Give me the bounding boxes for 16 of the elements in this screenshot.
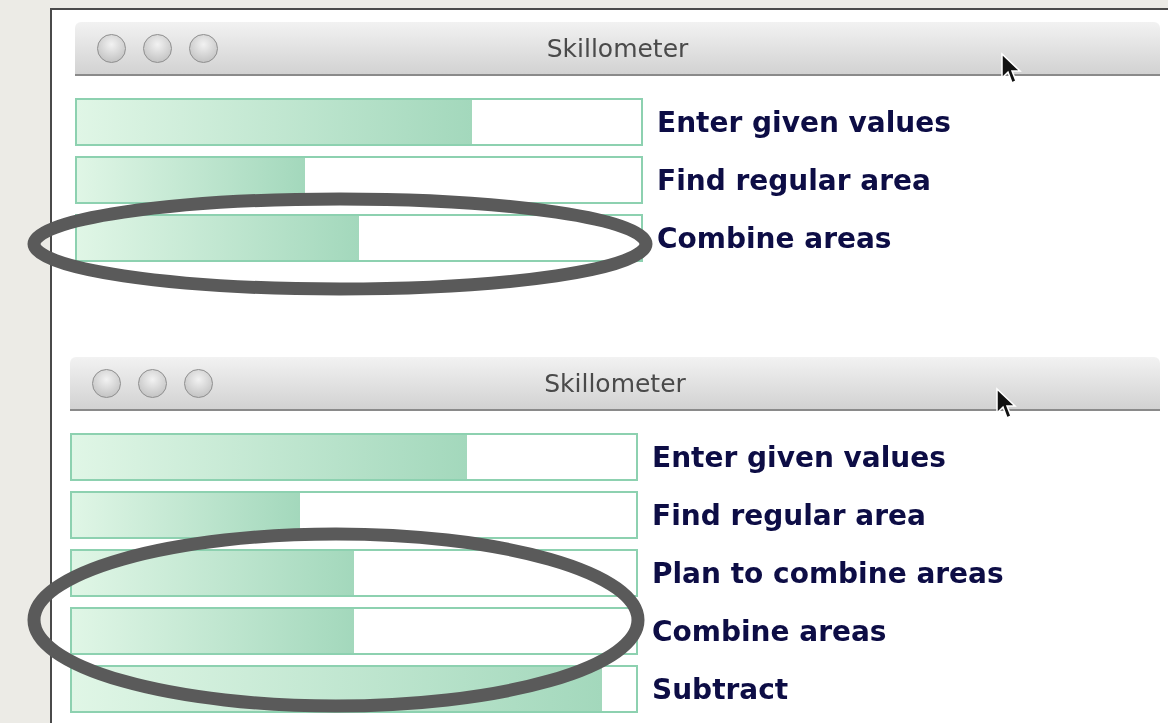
window-control-button[interactable] — [92, 368, 121, 398]
window-title: Skillometer — [544, 368, 686, 398]
skill-label: Subtract — [652, 672, 789, 706]
window-control-button[interactable] — [189, 33, 218, 63]
skill-label: Plan to combine areas — [652, 556, 1004, 590]
skill-label: Combine areas — [657, 221, 892, 255]
window-title: Skillometer — [546, 33, 689, 63]
window-control-button[interactable] — [184, 368, 213, 398]
window-control-button[interactable] — [97, 33, 126, 63]
skill-label: Enter given values — [657, 105, 951, 139]
skill-label: Find regular area — [652, 498, 926, 532]
skill-label: Find regular area — [657, 163, 931, 197]
skill-label: Combine areas — [652, 614, 887, 648]
window-control-button[interactable] — [138, 368, 167, 398]
window-control-button[interactable] — [143, 33, 172, 63]
skill-label: Enter given values — [652, 440, 946, 474]
